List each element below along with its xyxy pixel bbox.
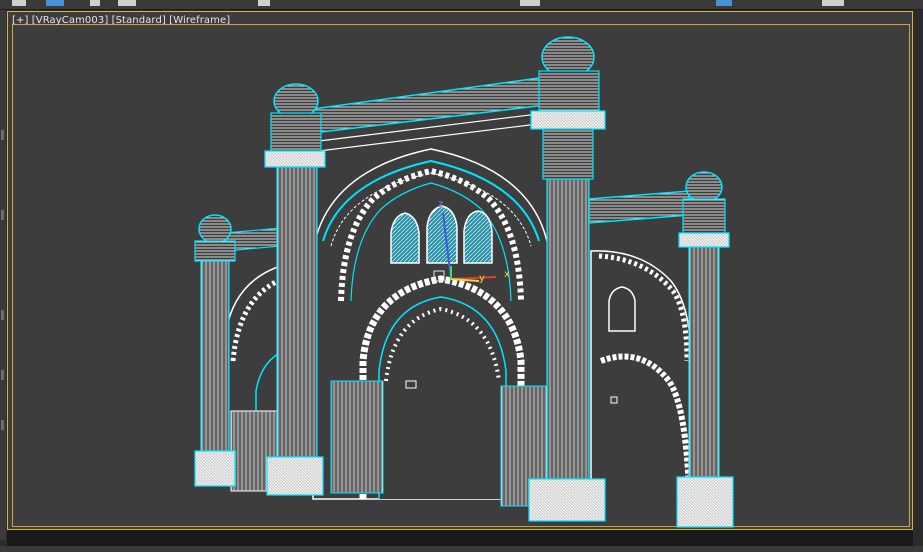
scale-icon[interactable] — [258, 0, 270, 6]
left-command-strip — [0, 10, 6, 540]
strip-tick — [1, 130, 4, 140]
window-right — [463, 210, 493, 264]
gizmo-z-label: z — [438, 199, 443, 210]
render-icon[interactable] — [716, 0, 732, 6]
snap-icon[interactable] — [520, 0, 540, 6]
strip-tick — [1, 420, 4, 430]
toolbar-icon[interactable] — [12, 0, 26, 6]
wireframe-gateway-scene: x y z — [194, 36, 734, 528]
pillar-far-left — [194, 214, 236, 487]
gizmo-y-label: y — [479, 273, 485, 284]
strip-tick — [1, 370, 4, 380]
settings-icon[interactable] — [822, 0, 844, 6]
move-icon[interactable] — [90, 0, 100, 6]
right-side-arch — [590, 250, 692, 494]
upper-beam-left — [312, 76, 547, 152]
main-toolbar — [0, 0, 923, 10]
window-center — [426, 205, 458, 264]
window-bottom-border — [0, 546, 923, 552]
gizmo-x-label: x — [504, 269, 510, 280]
camera-viewport[interactable]: [+] [VRayCam003] [Standard] [Wireframe] — [7, 11, 913, 530]
select-icon[interactable] — [46, 0, 64, 6]
strip-tick — [1, 210, 4, 220]
rotate-icon[interactable] — [118, 0, 136, 6]
viewport-bottom-bar — [7, 530, 913, 546]
window-left — [390, 212, 420, 264]
strip-tick — [1, 310, 4, 320]
